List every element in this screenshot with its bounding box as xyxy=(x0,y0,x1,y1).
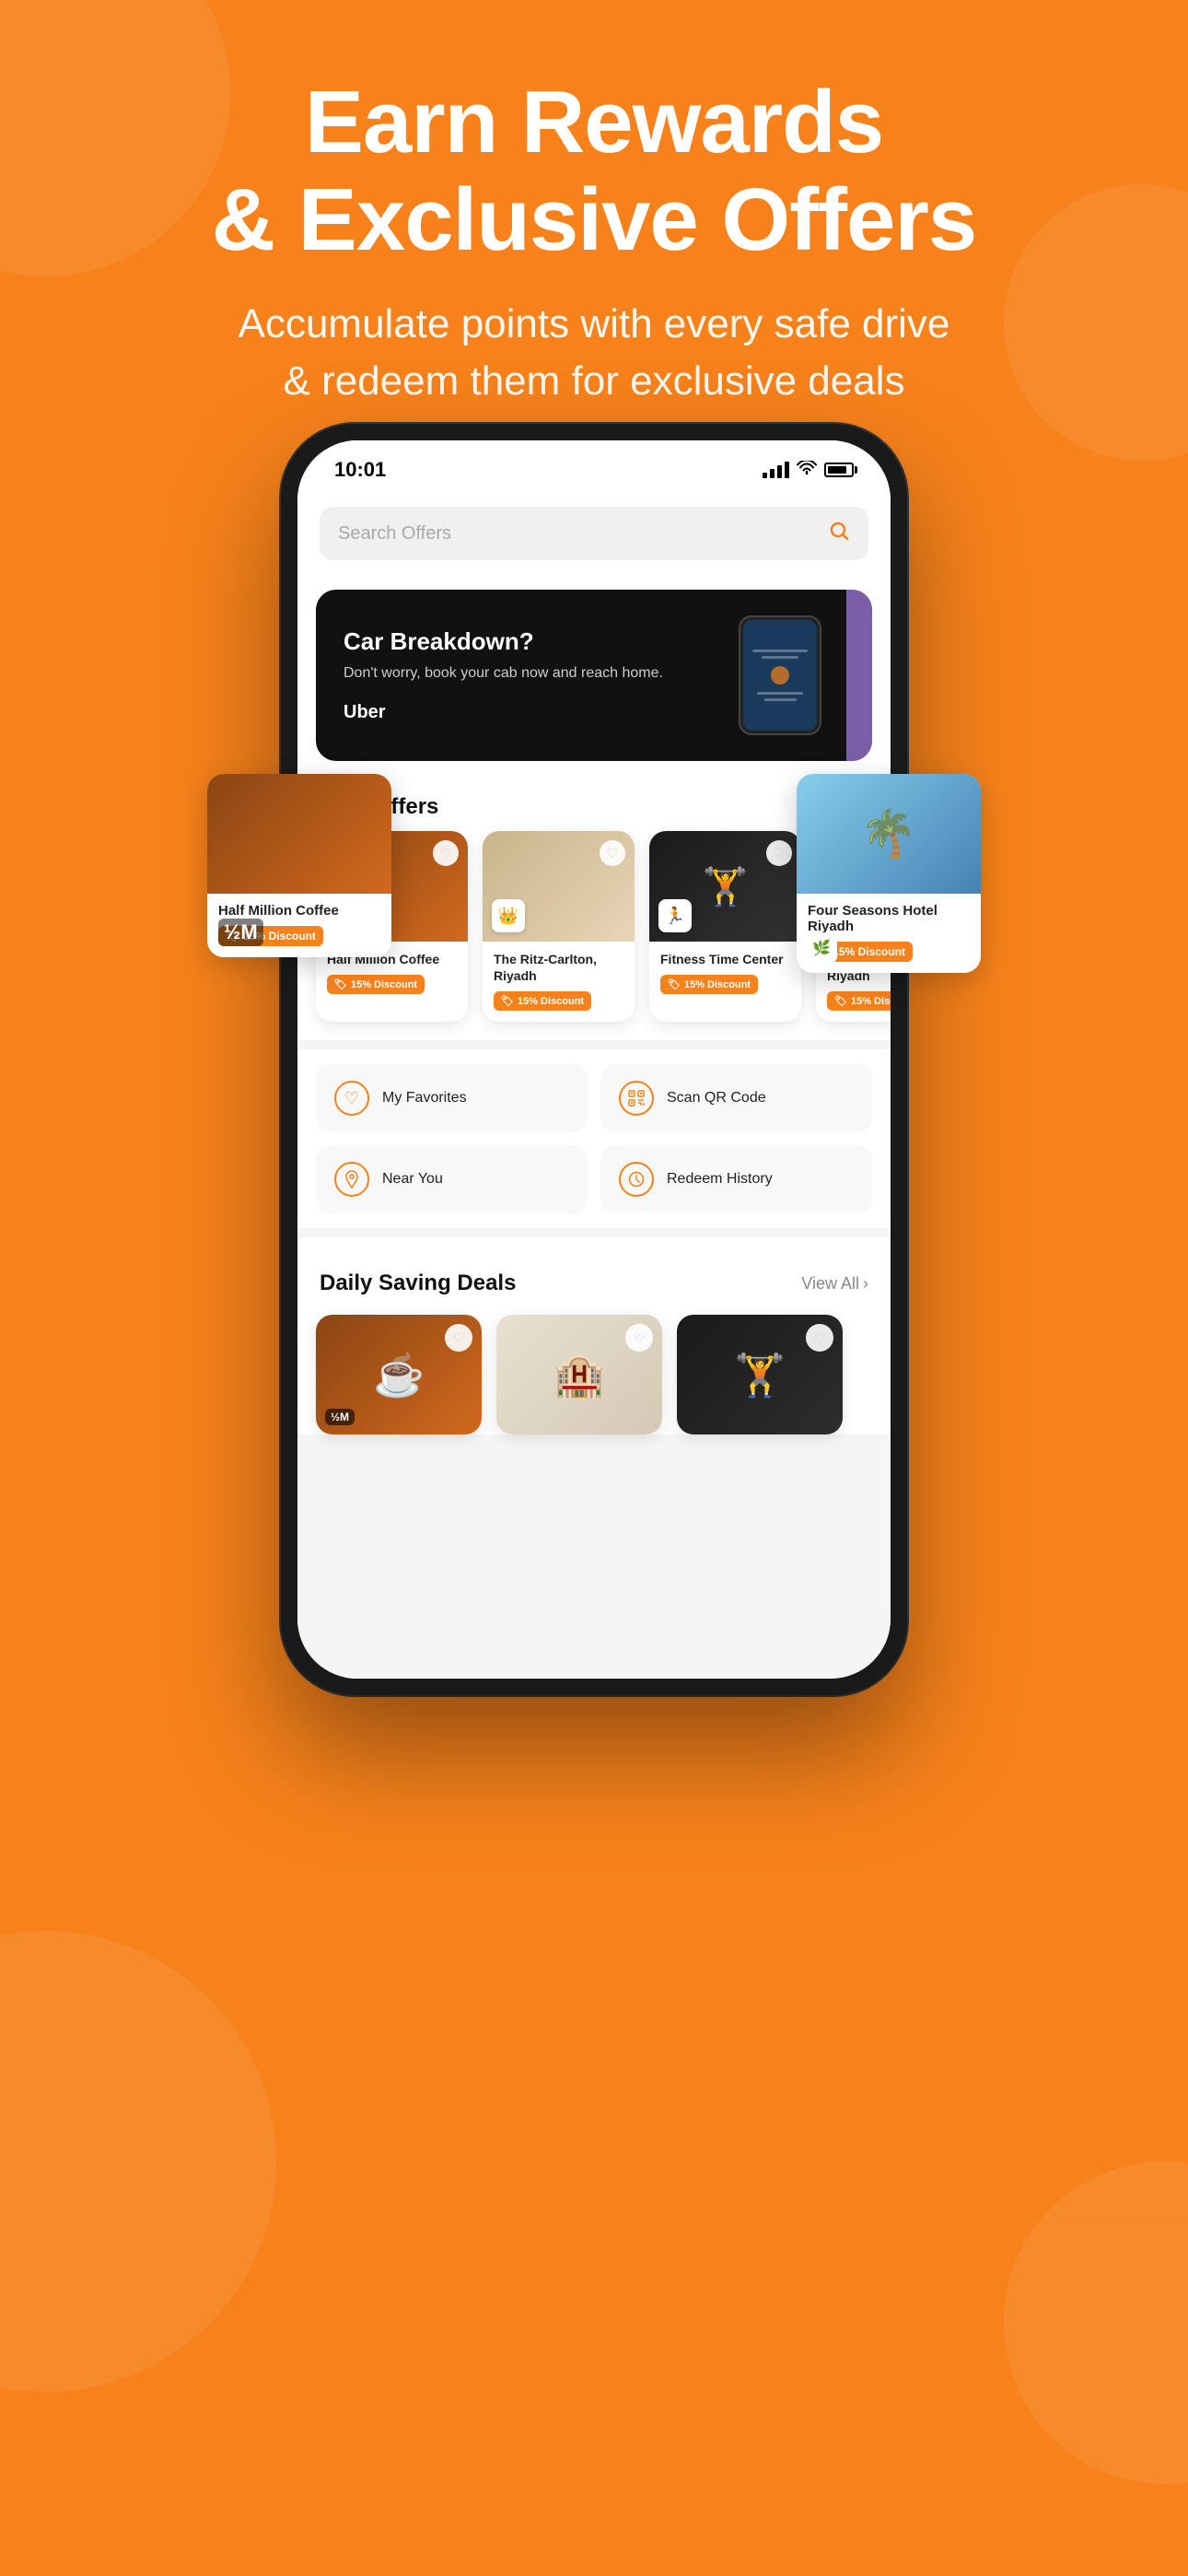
hero-title: Earn Rewards & Exclusive Offers xyxy=(0,74,1188,268)
status-time: 10:01 xyxy=(334,458,386,482)
deal-2-heart[interactable]: ♡ xyxy=(625,1324,653,1352)
search-placeholder: Search Offers xyxy=(338,523,451,544)
deal-card-2[interactable]: 🏨 ♡ xyxy=(496,1315,662,1434)
redeem-history-label: Redeem History xyxy=(667,1171,773,1188)
redeem-history-icon xyxy=(619,1162,654,1197)
hero-subtitle: Accumulate points with every safe drive … xyxy=(0,296,1188,409)
banner-phone-illustration xyxy=(739,615,821,735)
offer-fitness-heart[interactable]: ♡ xyxy=(766,840,792,866)
deal-3-heart[interactable]: ♡ xyxy=(806,1324,833,1352)
offer-fitness-badge: 🏷 15% Discount xyxy=(660,975,758,994)
offer-fitness-logo: 🏃 xyxy=(658,899,692,932)
scan-qr-icon xyxy=(619,1081,654,1116)
favorites-label: My Favorites xyxy=(382,1090,467,1107)
daily-deals-cards: ☕ ♡ ½M 🏨 ♡ xyxy=(297,1307,891,1434)
deal-card-2-image: 🏨 ♡ xyxy=(496,1315,662,1434)
banner-title: Car Breakdown? xyxy=(344,627,716,656)
near-you-icon xyxy=(334,1162,369,1197)
daily-deals-view-all[interactable]: View All › xyxy=(801,1274,868,1294)
offer-card-fitness[interactable]: 🏋️ ♡ 🏃 Fitness Time Center 🏷 15% Discoun… xyxy=(649,831,801,1022)
wifi-icon xyxy=(797,461,817,480)
offer-fitness-name: Fitness Time Center xyxy=(660,951,790,967)
offer-ritz-name: The Ritz-Carlton, Riyadh xyxy=(494,951,623,984)
scan-qr-label: Scan QR Code xyxy=(667,1090,766,1107)
deal-card-1-image: ☕ ♡ ½M xyxy=(316,1315,482,1434)
daily-deals-header: Daily Saving Deals View All › xyxy=(297,1252,891,1307)
quick-action-near-you[interactable]: Near You xyxy=(316,1145,588,1213)
floating-card-coffee-image: ½M xyxy=(207,774,391,894)
search-icon[interactable] xyxy=(828,520,850,547)
floating-card-resort-name: Four Seasons Hotel Riyadh xyxy=(808,903,970,934)
floating-card-resort-image: 🌴 🌿 xyxy=(797,774,981,894)
banner-image xyxy=(716,615,844,735)
hero-section: Earn Rewards & Exclusive Offers Accumula… xyxy=(0,0,1188,464)
offer-coffee-heart[interactable]: ♡ xyxy=(433,840,459,866)
near-you-label: Near You xyxy=(382,1171,443,1188)
offer-fourseasons-badge: 🏷 15% Discount xyxy=(827,991,891,1011)
phone-frame: 10:01 xyxy=(281,424,907,1695)
banner-container: Car Breakdown? Don't worry, book your ca… xyxy=(297,575,891,776)
quick-action-redeem-history[interactable]: Redeem History xyxy=(600,1145,872,1213)
offer-ritz-logo: 👑 xyxy=(492,899,525,932)
phone-screen: 10:01 xyxy=(297,440,891,1679)
search-bar[interactable]: Search Offers xyxy=(320,507,868,560)
floating-card-coffee-name: Half Million Coffee xyxy=(218,903,380,919)
battery-icon xyxy=(824,463,854,477)
quick-action-scan-qr[interactable]: Scan QR Code xyxy=(600,1064,872,1132)
signal-icon xyxy=(763,462,789,478)
banner-text: Car Breakdown? Don't worry, book your ca… xyxy=(344,627,716,723)
status-bar: 10:01 xyxy=(297,440,891,492)
banner-purple-accent xyxy=(846,590,872,761)
deal-card-3-image: 🏋️ ♡ xyxy=(677,1315,843,1434)
favorites-icon: ♡ xyxy=(334,1081,369,1116)
search-bar-container: Search Offers xyxy=(297,492,891,575)
offer-coffee-badge: 🏷 15% Discount xyxy=(327,975,425,994)
offer-card-fitness-image: 🏋️ ♡ 🏃 xyxy=(649,831,801,942)
banner-description: Don't worry, book your cab now and reach… xyxy=(344,663,716,684)
daily-deals-section: Daily Saving Deals View All › ☕ ♡ ½M xyxy=(297,1237,891,1434)
uber-banner[interactable]: Car Breakdown? Don't worry, book your ca… xyxy=(316,590,872,761)
phone-frame-wrapper: ½M Half Million Coffee 🏷 15% Discount 🌴 … xyxy=(281,424,907,1695)
floating-card-resort: 🌴 🌿 Four Seasons Hotel Riyadh 🏷 15% Disc… xyxy=(797,774,981,973)
deal-card-3[interactable]: 🏋️ ♡ xyxy=(677,1315,843,1434)
floating-card-coffee: ½M Half Million Coffee 🏷 15% Discount xyxy=(207,774,391,957)
quick-actions-grid: ♡ My Favorites xyxy=(297,1049,891,1228)
offer-card-ritz-image: ♡ 👑 xyxy=(483,831,635,942)
deal-1-heart[interactable]: ♡ xyxy=(445,1324,472,1352)
offer-ritz-badge: 🏷 15% Discount xyxy=(494,991,591,1011)
offer-ritz-heart[interactable]: ♡ xyxy=(600,840,625,866)
banner-brand: Uber xyxy=(344,702,716,723)
deal-card-1[interactable]: ☕ ♡ ½M xyxy=(316,1315,482,1434)
quick-action-favorites[interactable]: ♡ My Favorites xyxy=(316,1064,588,1132)
offer-card-ritz[interactable]: ♡ 👑 The Ritz-Carlton, Riyadh 🏷 15% Disco… xyxy=(483,831,635,1022)
screen-content: Search Offers Car Breakdown? xyxy=(297,492,891,1679)
status-icons xyxy=(763,461,854,480)
daily-deals-title: Daily Saving Deals xyxy=(320,1270,516,1296)
